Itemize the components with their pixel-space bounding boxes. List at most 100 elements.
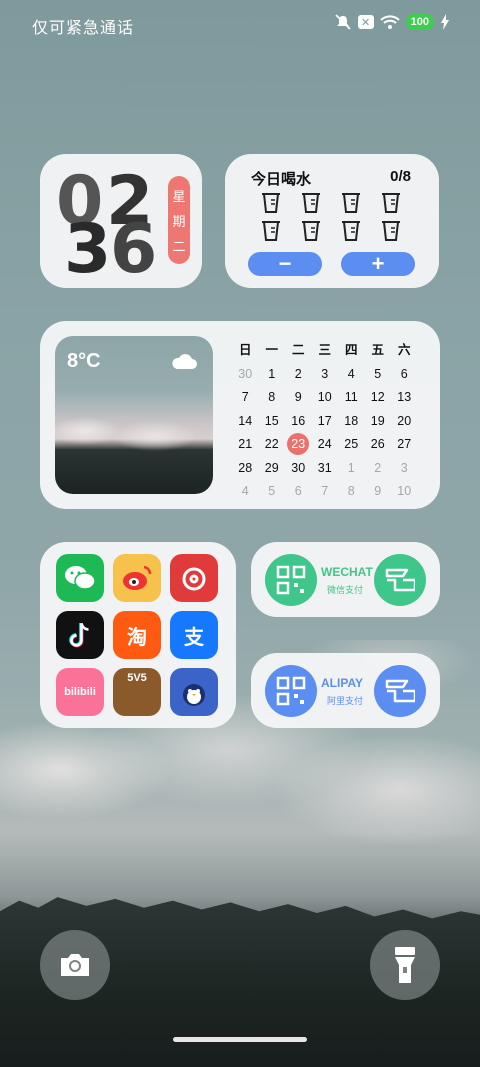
calendar-day[interactable]: 26 xyxy=(365,433,392,457)
camera-button[interactable] xyxy=(40,930,110,1000)
alipay-app-icon[interactable]: 支 xyxy=(170,611,218,659)
bilibili-app-icon[interactable]: bilibili xyxy=(56,668,104,716)
status-icons: ✕ 100 xyxy=(334,14,450,30)
cup-grid xyxy=(261,192,403,242)
alipay-pay-title: ALIPAY xyxy=(321,676,364,690)
calendar-day[interactable]: 19 xyxy=(365,410,392,434)
clock-widget[interactable]: 0 2 3 6 星 期 二 xyxy=(40,154,202,288)
app-icon-glyph: bilibili xyxy=(64,686,96,698)
taobao-app-icon[interactable]: 淘 xyxy=(113,611,161,659)
flashlight-button[interactable] xyxy=(370,930,440,1000)
penguin-character-icon xyxy=(183,684,205,706)
calendar-day[interactable]: 10 xyxy=(391,480,418,504)
calendar[interactable]: 日一二三四五六 30 1 2 3 4 5 6 7 8 9 10 11 12 13 14 15 16 17 18 19 20… xyxy=(232,339,422,504)
camera-icon xyxy=(61,954,89,976)
clock-digits: 0 2 3 6 xyxy=(54,162,158,289)
calendar-day[interactable]: 31 xyxy=(312,457,339,481)
cloud-icon xyxy=(172,354,197,369)
calendar-day[interactable]: 11 xyxy=(338,386,365,410)
water-tracker-widget: 今日喝水 0/8 − + xyxy=(225,154,439,288)
wechat-qr-button[interactable] xyxy=(265,554,317,606)
calendar-day[interactable]: 9 xyxy=(365,480,392,504)
calendar-day[interactable]: 5 xyxy=(365,363,392,387)
calendar-day[interactable]: 1 xyxy=(259,363,286,387)
carrier-text: 仅可紧急通话 xyxy=(32,20,135,37)
app-folder-widget: 淘 支 bilibili 5V5 xyxy=(40,542,236,728)
calendar-weekday-header: 四 xyxy=(344,343,358,357)
calendar-day[interactable]: 22 xyxy=(259,433,286,457)
calendar-day[interactable]: 3 xyxy=(391,457,418,481)
cup-icon xyxy=(262,193,280,213)
calendar-day[interactable]: 12 xyxy=(365,386,392,410)
weather-photo-clouds xyxy=(55,396,213,452)
calendar-day[interactable]: 17 xyxy=(312,410,339,434)
calendar-day[interactable]: 8 xyxy=(259,386,286,410)
calendar-day[interactable]: 27 xyxy=(391,433,418,457)
calendar-day[interactable]: 28 xyxy=(232,457,259,481)
wechat-scan-button[interactable] xyxy=(374,554,426,606)
calendar-day[interactable]: 6 xyxy=(285,480,312,504)
calendar-day[interactable]: 5 xyxy=(259,480,286,504)
calendar-day[interactable]: 14 xyxy=(232,410,259,434)
cup-icon xyxy=(342,193,360,213)
flashlight-icon xyxy=(395,947,415,983)
calendar-day[interactable]: 2 xyxy=(285,363,312,387)
douyin-logo-icon xyxy=(69,623,89,648)
calendar-day[interactable]: 21 xyxy=(232,433,259,457)
weekday-char: 星 xyxy=(172,188,186,204)
alipay-scan-button[interactable] xyxy=(374,665,426,717)
qr-code-icon xyxy=(276,565,306,595)
calendar-weekday-header: 二 xyxy=(291,343,305,357)
calendar-day[interactable]: 4 xyxy=(232,480,259,504)
calendar-day[interactable]: 13 xyxy=(391,386,418,410)
minute-tens: 3 xyxy=(64,210,112,289)
calendar-day[interactable]: 2 xyxy=(365,457,392,481)
calendar-day[interactable]: 7 xyxy=(312,480,339,504)
app-icon-glyph: 淘 xyxy=(127,626,147,649)
calendar-day[interactable]: 4 xyxy=(338,363,365,387)
wechat-pay-subtitle: 微信支付 xyxy=(327,585,364,595)
calendar-day[interactable]: 9 xyxy=(285,386,312,410)
scan-icon xyxy=(385,568,415,592)
calendar-day-today[interactable]: 23 xyxy=(285,433,312,457)
weekday-badge: 星 期 二 xyxy=(168,176,190,264)
alipay-qr-button[interactable] xyxy=(265,665,317,717)
calendar-day[interactable]: 10 xyxy=(312,386,339,410)
calendar-day[interactable]: 30 xyxy=(232,363,259,387)
home-indicator[interactable] xyxy=(173,1037,307,1042)
calendar-day[interactable]: 3 xyxy=(312,363,339,387)
netease-music-app-icon[interactable] xyxy=(170,554,218,602)
calendar-day[interactable]: 15 xyxy=(259,410,286,434)
calendar-day[interactable]: 8 xyxy=(338,480,365,504)
calendar-day[interactable]: 1 xyxy=(338,457,365,481)
status-bar: 仅可紧急通话 ✕ 100 xyxy=(0,0,480,48)
wechat-pay-widget[interactable]: WECHAT 微信支付 xyxy=(251,542,440,617)
qr-code-icon xyxy=(276,676,306,706)
weibo-app-icon[interactable] xyxy=(113,554,161,602)
game-penguin-app-icon[interactable] xyxy=(170,668,218,716)
wechat-app-icon[interactable] xyxy=(56,554,104,602)
netease-music-logo-icon xyxy=(182,567,206,591)
calendar-day[interactable]: 18 xyxy=(338,410,365,434)
calendar-day[interactable]: 30 xyxy=(285,457,312,481)
weekday-char: 二 xyxy=(172,238,186,254)
app-grid: 淘 支 bilibili 5V5 xyxy=(56,554,218,716)
douyin-app-icon[interactable] xyxy=(56,611,104,659)
alipay-pay-widget[interactable]: ALIPAY 阿里支付 xyxy=(251,653,440,728)
calendar-day[interactable]: 16 xyxy=(285,410,312,434)
calendar-day[interactable]: 20 xyxy=(391,410,418,434)
weather-tile[interactable]: 8°C xyxy=(55,336,213,494)
calendar-day[interactable]: 7 xyxy=(232,386,259,410)
calendar-day[interactable]: 6 xyxy=(391,363,418,387)
cup-icon xyxy=(342,221,360,241)
charging-icon xyxy=(441,14,449,30)
weather-temperature: 8°C xyxy=(67,350,101,372)
calendar-day[interactable]: 24 xyxy=(312,433,339,457)
calendar-day[interactable]: 29 xyxy=(259,457,286,481)
water-title: 今日喝水 xyxy=(251,171,312,188)
water-plus-button[interactable]: + xyxy=(341,252,415,276)
water-minus-button[interactable]: − xyxy=(248,252,322,276)
mute-icon xyxy=(335,14,351,30)
honor-of-kings-app-icon[interactable]: 5V5 xyxy=(113,668,161,716)
calendar-day[interactable]: 25 xyxy=(338,433,365,457)
